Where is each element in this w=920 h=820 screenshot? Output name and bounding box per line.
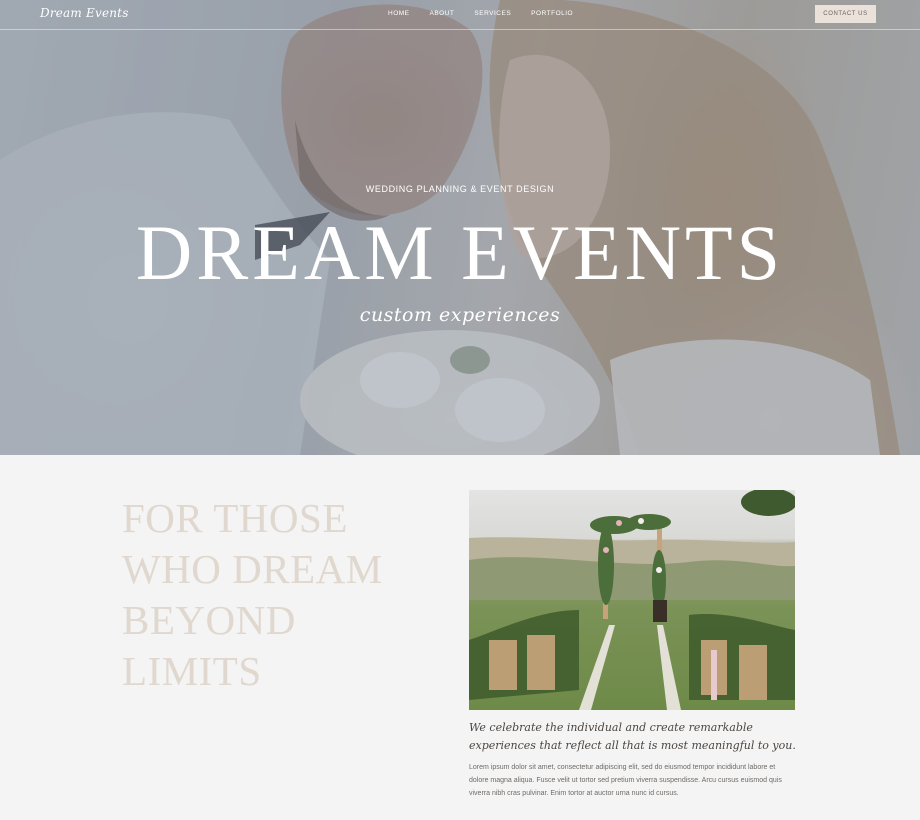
tagline-line: BEYOND <box>122 597 296 643</box>
hero-subtitle: custom experiences <box>359 304 561 326</box>
hero-title: DREAM EVENTS <box>135 209 785 296</box>
intro-quote: We celebrate the individual and create r… <box>469 721 796 752</box>
intro-section: FOR THOSE WHO DREAM BEYOND LIMITS We cel… <box>0 455 920 820</box>
contact-us-button[interactable]: CONTACT US <box>815 5 876 23</box>
site-logo[interactable]: Dream Events <box>40 6 129 20</box>
tagline-line: WHO DREAM <box>122 546 383 592</box>
nav-about[interactable]: ABOUT <box>430 10 455 17</box>
nav-portfolio[interactable]: PORTFOLIO <box>531 10 573 17</box>
main-nav: HOME ABOUT SERVICES PORTFOLIO <box>388 10 593 17</box>
tagline-line: FOR THOSE <box>122 495 348 541</box>
intro-tagline: FOR THOSE WHO DREAM BEYOND LIMITS <box>122 493 422 697</box>
top-navigation: Dream Events HOME ABOUT SERVICES PORTFOL… <box>0 0 920 30</box>
tagline-line: LIMITS <box>122 648 262 694</box>
intro-body-text: Lorem ipsum dolor sit amet, consectetur … <box>469 764 782 797</box>
ceremony-arch-photo <box>469 490 795 710</box>
nav-home[interactable]: HOME <box>388 10 410 17</box>
nav-services[interactable]: SERVICES <box>474 10 511 17</box>
hero-section: Dream Events HOME ABOUT SERVICES PORTFOL… <box>0 0 920 455</box>
hero-kicker: WEDDING PLANNING & EVENT DESIGN <box>365 184 555 194</box>
